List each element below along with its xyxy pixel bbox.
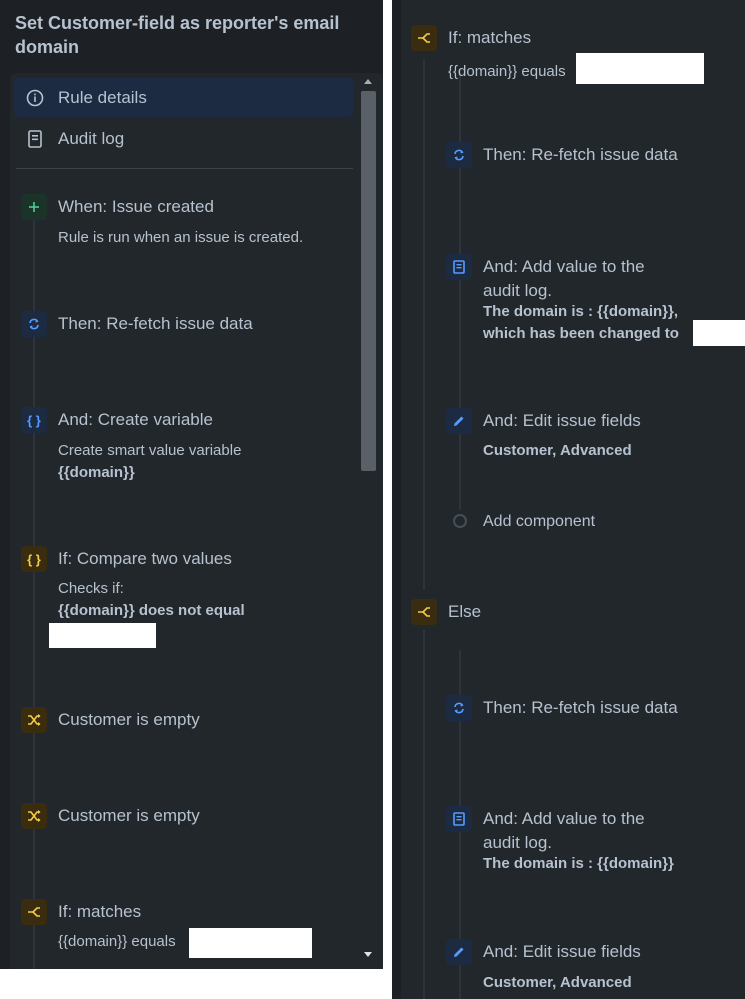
step-description-bold: The domain is : {{domain}} <box>483 855 674 872</box>
info-icon <box>24 87 46 109</box>
nav-divider <box>16 168 353 169</box>
step-description-bold: {{domain}} <box>58 464 135 481</box>
step-description: Checks if: <box>58 580 124 597</box>
branch-icon <box>411 599 437 625</box>
pencil-icon <box>446 408 472 434</box>
rule-title: Set Customer-field as reporter's email d… <box>15 13 340 57</box>
step-description-bold: Customer, Advanced <box>483 442 632 459</box>
rule-canvas: If: matches {{domain}} equals Then: Re-f… <box>401 0 745 999</box>
shuffle-icon <box>21 803 47 829</box>
nav-label: Rule details <box>58 87 147 107</box>
redacted-value <box>576 53 704 84</box>
scroll-up-icon[interactable] <box>364 79 372 84</box>
add-component-label: Add component <box>483 513 596 530</box>
step-title: Customer is empty <box>58 710 200 729</box>
timeline-line <box>423 630 425 999</box>
step-title: And: Create variable <box>58 410 213 429</box>
plus-icon <box>21 194 47 220</box>
step-description: Rule is run when an issue is created. <box>58 229 304 246</box>
braces-icon: { } <box>21 546 47 572</box>
shuffle-icon <box>21 707 47 733</box>
document-icon <box>24 128 46 150</box>
step-title: Then: Re-fetch issue data <box>483 145 678 164</box>
nav-label: Audit log <box>58 128 125 148</box>
document-icon <box>446 254 472 280</box>
step-description: Create smart value variable <box>58 442 242 459</box>
pencil-icon <box>446 939 472 965</box>
step-title: Then: Re-fetch issue data <box>58 314 253 333</box>
redacted-value <box>693 320 745 346</box>
document-icon <box>446 806 472 832</box>
redacted-value <box>49 623 156 648</box>
step-title: If: matches <box>448 28 532 47</box>
timeline-line <box>423 60 425 590</box>
redacted-value <box>189 928 312 958</box>
step-title: And: Add value to the audit log. <box>483 809 645 852</box>
braces-icon: { } <box>21 407 47 433</box>
step-title: Customer is empty <box>58 806 200 825</box>
circle-icon <box>453 514 467 528</box>
scroll-down-icon[interactable] <box>364 952 372 957</box>
rule-sidebar: Rule details Audit log When: Issue creat… <box>10 73 383 969</box>
step-description: {{domain}} equals <box>448 63 566 80</box>
nested-timeline-line <box>459 70 461 510</box>
branch-icon <box>411 25 437 51</box>
step-description-bold: The domain is : {{domain}}, which has be… <box>483 303 679 342</box>
step-title: And: Add value to the audit log. <box>483 257 645 300</box>
refresh-icon <box>446 142 472 168</box>
step-title: And: Edit issue fields <box>483 411 641 430</box>
refresh-icon <box>21 311 47 337</box>
step-title: If: matches <box>58 902 142 921</box>
step-title: If: Compare two values <box>58 549 232 568</box>
nav-audit-log[interactable]: Audit log <box>14 119 353 158</box>
step-description-bold: {{domain}} does not equal <box>58 602 245 619</box>
branch-icon <box>21 899 47 925</box>
step-title: And: Edit issue fields <box>483 942 641 961</box>
step-title: Else <box>448 602 482 621</box>
refresh-icon <box>446 695 472 721</box>
step-title: Then: Re-fetch issue data <box>483 698 678 717</box>
rule-editor-right-panel: If: matches {{domain}} equals Then: Re-f… <box>392 0 745 999</box>
scroll-thumb[interactable] <box>361 91 376 471</box>
nav-rule-details[interactable]: Rule details <box>14 78 353 117</box>
step-description: {{domain}} equals <box>58 933 176 950</box>
rule-editor-left-panel: Set Customer-field as reporter's email d… <box>0 0 383 969</box>
step-title: When: Issue created <box>58 197 214 216</box>
step-description-bold: Customer, Advanced <box>483 974 632 991</box>
